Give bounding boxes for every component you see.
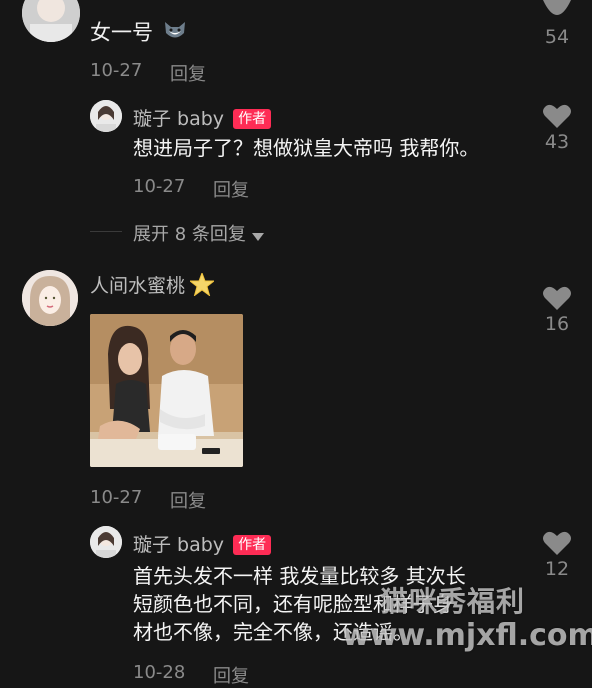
avatar[interactable] — [90, 526, 122, 558]
expand-replies-button[interactable]: 展开 8 条回复 — [133, 220, 264, 246]
cat-emoji-icon — [162, 18, 188, 49]
expand-replies-label: 展开 8 条回复 — [133, 224, 246, 245]
avatar[interactable] — [22, 270, 78, 326]
commenter-name-row: 人间水蜜桃 — [90, 271, 216, 300]
avatar[interactable] — [22, 0, 80, 42]
reply-button[interactable]: 回复 — [170, 60, 206, 86]
reply-button[interactable]: 回复 — [213, 662, 249, 688]
avatar[interactable] — [90, 100, 122, 132]
reply-button[interactable]: 回复 — [170, 487, 206, 513]
commenter-name[interactable]: 人间水蜜桃 — [90, 275, 185, 297]
watermark-title: 猫咪秀福利 — [380, 585, 526, 618]
like-button[interactable]: 12 — [532, 530, 582, 580]
heart-icon — [543, 531, 571, 555]
like-button[interactable]: 16 — [532, 285, 582, 335]
like-count: 43 — [544, 131, 570, 153]
divider — [90, 231, 122, 232]
comment-date: 10-27 — [90, 487, 143, 508]
like-count: 54 — [544, 26, 570, 48]
like-button[interactable]: 43 — [532, 103, 582, 153]
comment-text: 想进局子了？想做狱皇大帝吗 我帮你。 — [133, 136, 480, 160]
like-count: 16 — [544, 313, 570, 335]
comment-date: 10-28 — [133, 662, 186, 683]
comment-date: 10-27 — [90, 60, 143, 81]
heart-icon — [543, 286, 571, 310]
like-button[interactable]: 54 — [532, 0, 582, 48]
comment-image[interactable] — [90, 314, 243, 467]
watermark: 猫咪秀福利 — [380, 580, 525, 620]
commenter-name[interactable]: 璇子 baby — [133, 108, 224, 130]
commenter-name[interactable]: 女一号 — [90, 18, 188, 49]
reply-button[interactable]: 回复 — [213, 176, 249, 202]
commenter-name[interactable]: 璇子 baby — [133, 534, 224, 556]
caret-down-icon — [251, 225, 264, 246]
watermark-url: www.mjxfl.com — [342, 618, 592, 653]
heart-icon — [543, 104, 571, 128]
author-badge: 作者 — [233, 109, 272, 129]
star-emoji-icon — [188, 271, 216, 300]
reply-header: 璇子 baby 作者 — [133, 530, 272, 557]
comment-date: 10-27 — [133, 176, 186, 197]
author-badge: 作者 — [233, 535, 272, 555]
heart-icon — [543, 0, 571, 15]
reply-header: 璇子 baby 作者 — [133, 104, 272, 131]
like-count: 12 — [544, 558, 570, 580]
